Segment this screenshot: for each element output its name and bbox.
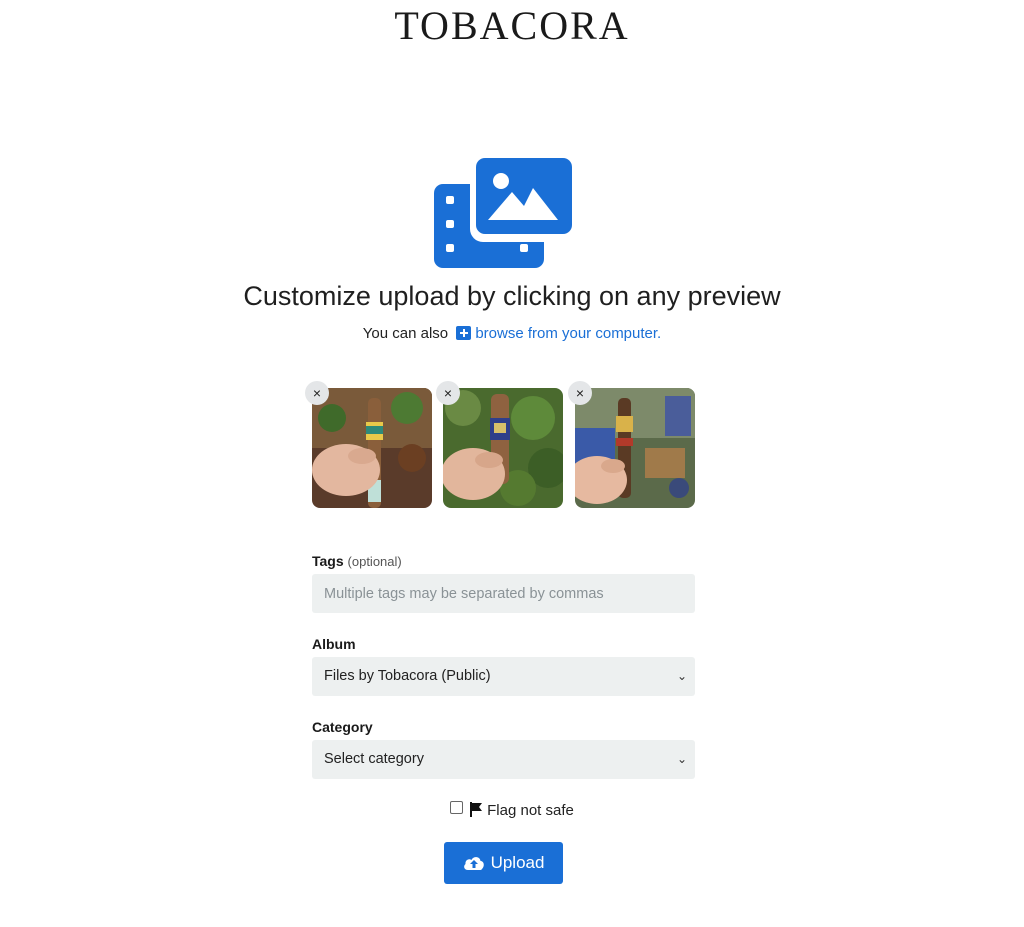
flag-icon — [469, 802, 483, 823]
tags-field[interactable] — [312, 574, 695, 613]
remove-preview-button-1[interactable]: × — [305, 381, 329, 405]
cloud-upload-icon — [463, 857, 484, 870]
preview-thumbnail-2[interactable]: × — [436, 381, 563, 508]
upload-button[interactable]: Upload — [444, 842, 563, 884]
flag-not-safe-row: Flag not safe — [0, 801, 1024, 823]
tags-label-text: Tags — [312, 553, 344, 569]
flag-not-safe-label[interactable]: Flag not safe — [487, 802, 574, 819]
chevron-down-icon: ⌄ — [676, 752, 687, 766]
preview-image-2[interactable] — [443, 388, 563, 508]
tags-label: Tags (optional) — [312, 553, 402, 569]
browse-hint: You can also browse from your computer. — [0, 324, 1024, 344]
preview-thumbnail-1[interactable]: × — [305, 381, 432, 508]
remove-preview-button-2[interactable]: × — [436, 381, 460, 405]
photo-video-icon — [434, 152, 578, 268]
plus-square-icon[interactable] — [456, 326, 472, 340]
preview-image-3[interactable] — [575, 388, 695, 508]
upload-button-label: Upload — [490, 853, 545, 872]
remove-preview-button-3[interactable]: × — [568, 381, 592, 405]
album-label: Album — [312, 636, 356, 652]
album-select[interactable]: Files by Tobacora (Public) ⌄ — [312, 657, 695, 696]
page-title: Customize upload by clicking on any prev… — [243, 281, 781, 311]
brand-logo: TOBACORA — [394, 3, 630, 48]
category-select[interactable]: Select category ⌄ — [312, 740, 695, 779]
tags-optional-hint: (optional) — [347, 554, 402, 569]
tags-input[interactable] — [324, 574, 683, 613]
category-selected-value: Select category — [324, 751, 424, 767]
preview-image-1[interactable] — [312, 388, 432, 508]
browse-hint-prefix: You can also — [362, 325, 449, 342]
category-label: Category — [312, 719, 373, 735]
flag-not-safe-checkbox[interactable] — [450, 801, 464, 814]
browse-link[interactable]: browse from your computer. — [475, 325, 661, 342]
chevron-down-icon: ⌄ — [676, 669, 687, 683]
album-selected-value: Files by Tobacora (Public) — [324, 668, 491, 684]
preview-thumbnail-3[interactable]: × — [568, 381, 695, 508]
